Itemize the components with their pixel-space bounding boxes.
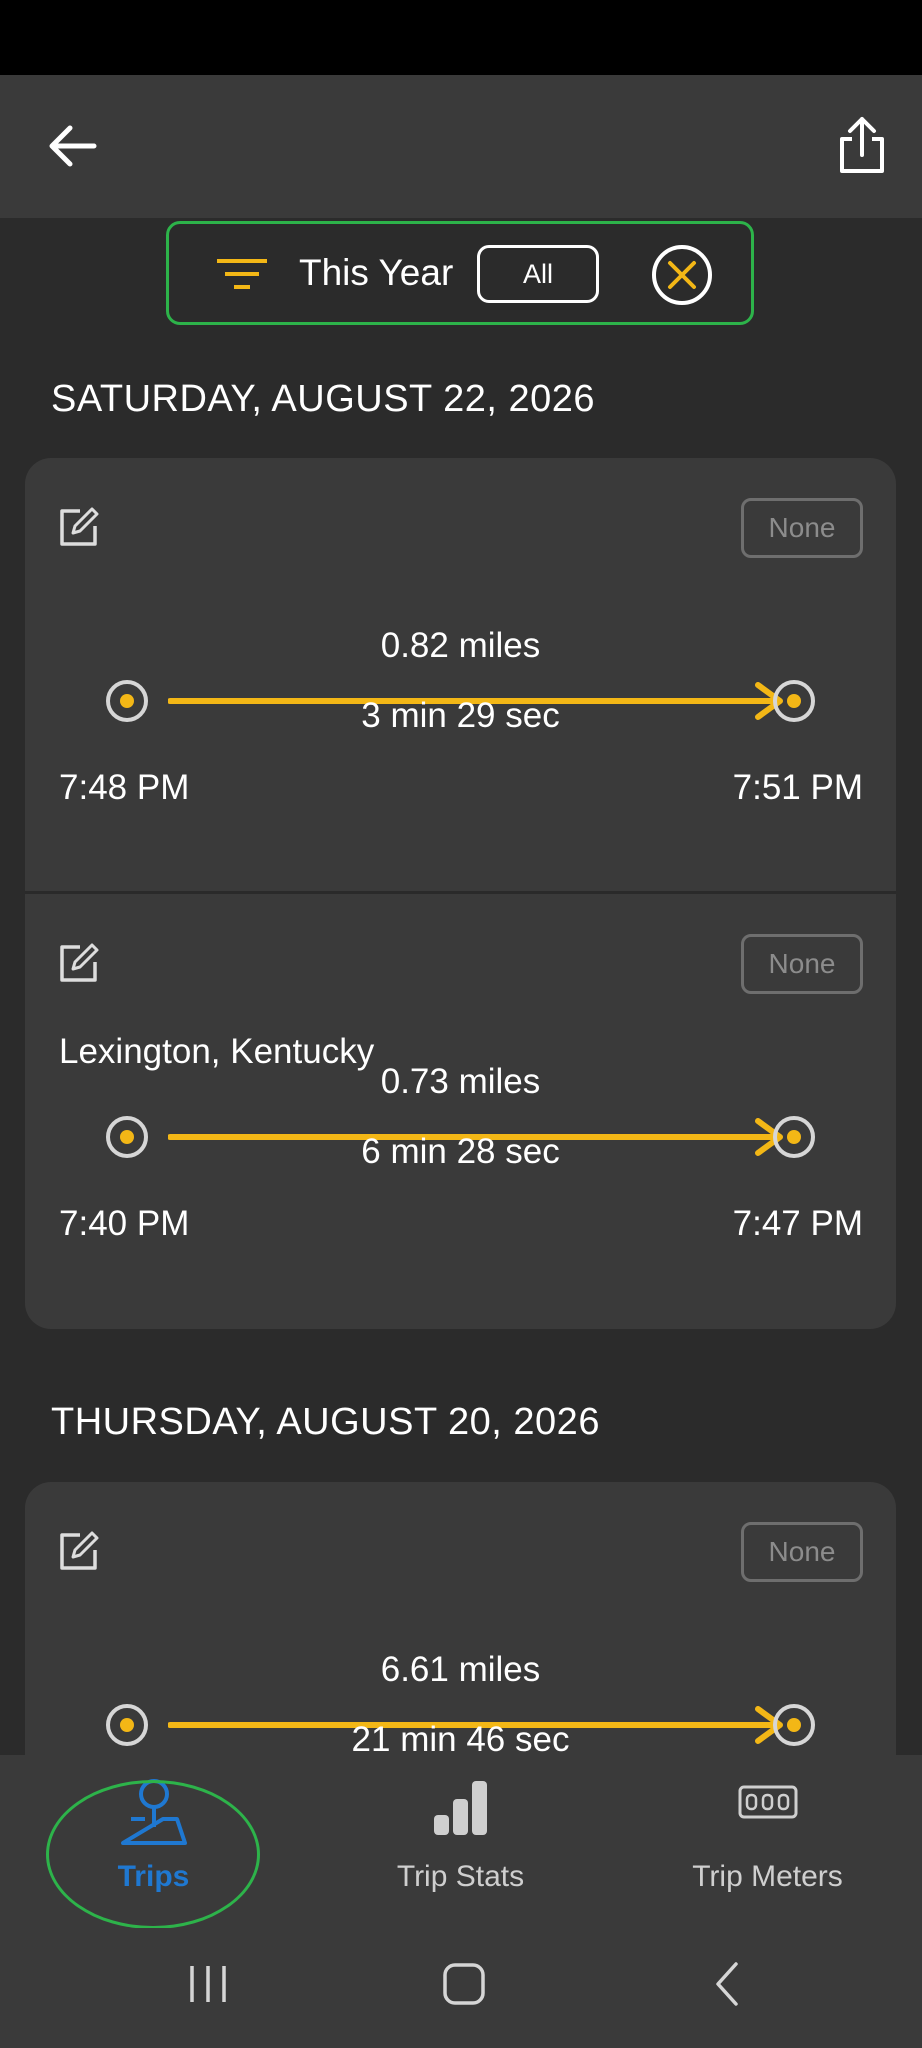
trip-list[interactable]: This Year All SATURDAY, AUGUST 22, 2026 …: [0, 218, 922, 1755]
trip-distance: 0.82 miles: [380, 626, 541, 665]
day-heading: SATURDAY, AUGUST 22, 2026: [51, 378, 596, 420]
trip-duration: 21 min 46 sec: [351, 1720, 570, 1755]
edit-icon[interactable]: [58, 942, 100, 984]
bar-chart-icon: [433, 1781, 487, 1835]
category-badge[interactable]: None: [741, 934, 863, 994]
trip-item[interactable]: None 0.82 miles 3 min 29 sec 7:48 PM 7:5…: [25, 458, 896, 888]
status-bar: [0, 0, 922, 75]
tab-trip-meters[interactable]: Trip Meters: [614, 1755, 921, 1928]
clear-filter-icon[interactable]: [651, 244, 713, 306]
tab-label: Trip Meters: [692, 1860, 843, 1893]
trip-start-time: 7:40 PM: [59, 1204, 190, 1243]
system-navigation-bar: [0, 1928, 922, 2048]
category-badge[interactable]: None: [741, 498, 863, 558]
home-icon[interactable]: [442, 1962, 486, 2006]
all-button[interactable]: All: [477, 245, 599, 303]
edit-icon[interactable]: [58, 1530, 100, 1572]
day-heading: THURSDAY, AUGUST 20, 2026: [51, 1401, 600, 1443]
day-card: None 0.82 miles 3 min 29 sec 7:48 PM 7:5…: [25, 458, 896, 1329]
trip-end-time: 7:51 PM: [732, 768, 863, 807]
trip-item[interactable]: None Lexington, Kentucky 0.73 miles 6 mi…: [25, 894, 896, 1324]
tab-label: Trip Stats: [396, 1860, 525, 1893]
back-arrow-icon[interactable]: [44, 118, 100, 174]
edit-icon[interactable]: [58, 506, 100, 548]
tab-trip-stats[interactable]: Trip Stats: [307, 1755, 614, 1928]
trip-start-time: 7:48 PM: [59, 768, 190, 807]
app-bar: [0, 75, 922, 218]
category-badge[interactable]: None: [741, 1522, 863, 1582]
trip-duration: 3 min 29 sec: [361, 696, 560, 735]
active-tab-highlight: [46, 1780, 260, 1929]
day-card: None 6.61 miles 21 min 46 sec: [25, 1482, 896, 1755]
filter-period-label: This Year: [299, 252, 454, 293]
trip-distance: 6.61 miles: [380, 1650, 541, 1689]
date-filter-bar[interactable]: This Year All: [166, 221, 754, 325]
trip-end-time: 7:47 PM: [732, 1204, 863, 1243]
odometer-icon: [738, 1785, 797, 1819]
trip-duration: 6 min 28 sec: [361, 1132, 560, 1171]
recent-apps-icon[interactable]: [186, 1962, 230, 2006]
back-icon[interactable]: [706, 1962, 750, 2006]
trip-item[interactable]: None 6.61 miles 21 min 46 sec: [25, 1482, 896, 1755]
trip-distance: 0.73 miles: [380, 1062, 541, 1101]
filter-icon: [217, 259, 267, 289]
share-icon[interactable]: [836, 115, 888, 175]
